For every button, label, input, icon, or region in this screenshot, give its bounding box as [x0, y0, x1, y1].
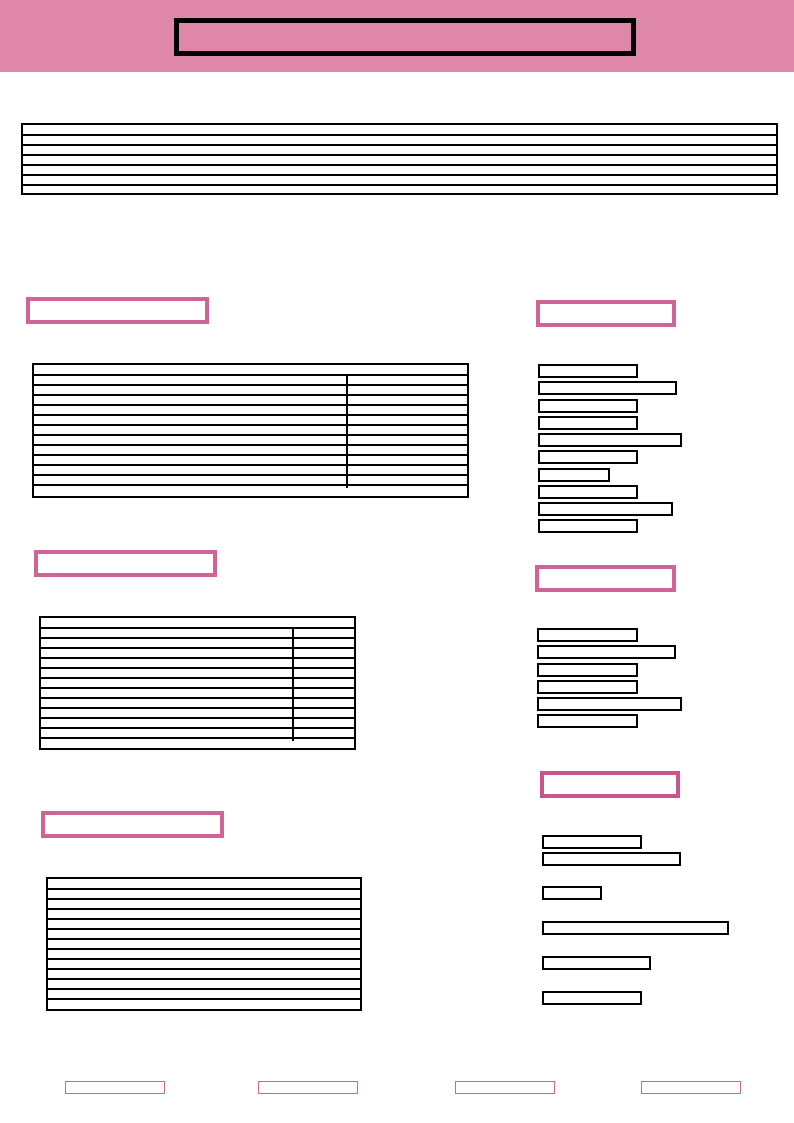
list-item [537, 645, 676, 659]
list-item [537, 628, 638, 642]
list-item [538, 381, 677, 395]
list-item [538, 485, 638, 499]
list-item [538, 450, 638, 464]
section-heading [540, 771, 680, 798]
page-title [174, 18, 636, 56]
list-item [538, 433, 682, 447]
footer-item [258, 1081, 358, 1094]
list-item [538, 468, 610, 482]
list-item [538, 502, 673, 516]
list-item [537, 680, 638, 694]
list-item [542, 852, 681, 866]
section-heading [34, 550, 217, 577]
footer-item [455, 1081, 555, 1094]
section-heading [535, 565, 676, 592]
list-item [538, 519, 638, 533]
list-item [542, 991, 642, 1005]
list-item [542, 956, 651, 970]
list-item [538, 416, 638, 430]
list-item [538, 399, 638, 413]
footer-item [641, 1081, 741, 1094]
intro-block [21, 123, 778, 195]
list-item [542, 835, 642, 849]
section-heading [41, 811, 224, 838]
list-item [537, 714, 638, 728]
section-heading [536, 300, 676, 327]
footer-item [65, 1081, 165, 1094]
list-item [542, 921, 729, 935]
section-table [32, 363, 469, 498]
section-heading [26, 297, 209, 324]
list-item [542, 886, 602, 900]
section-table [39, 616, 356, 750]
list-item [537, 663, 638, 677]
list-item [537, 697, 682, 711]
list-item [538, 364, 638, 378]
section-table [46, 877, 362, 1011]
